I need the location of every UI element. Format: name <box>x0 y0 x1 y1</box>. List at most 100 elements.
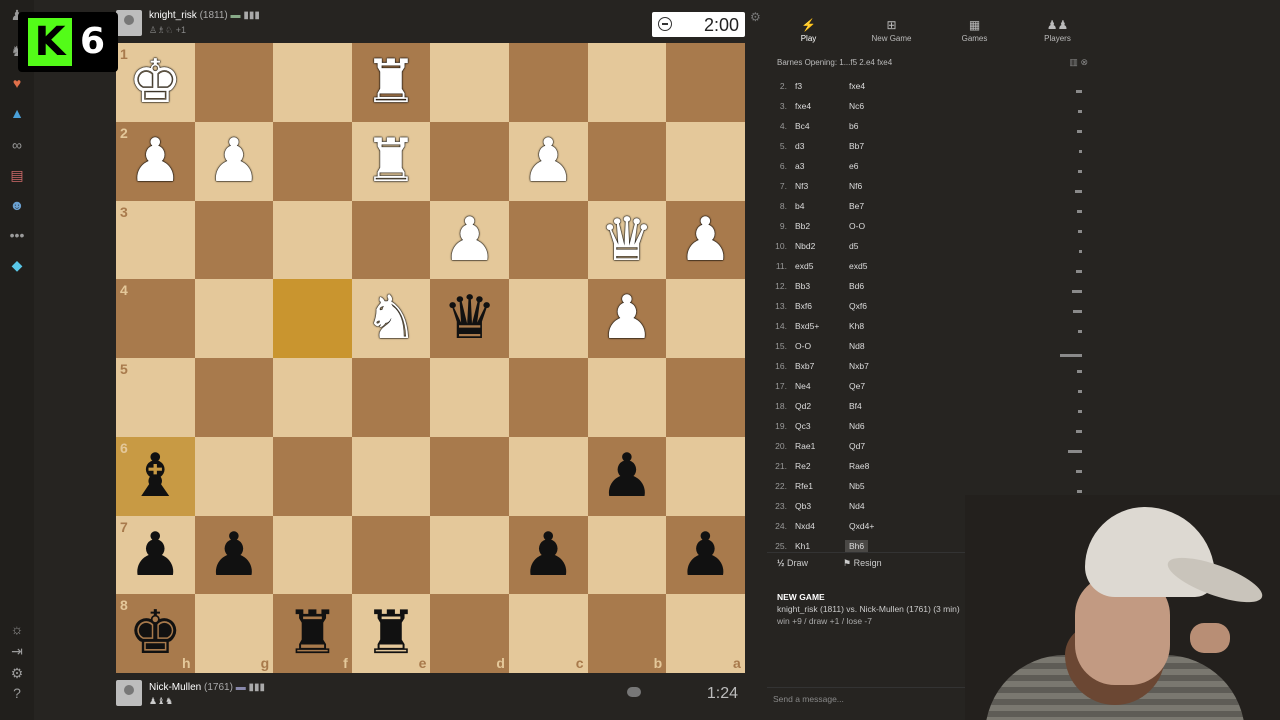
white-move[interactable]: Qb3 <box>795 500 811 512</box>
white-move[interactable]: Bc4 <box>795 120 810 132</box>
graduation-cap-icon[interactable]: ▲ <box>8 104 26 122</box>
tab-games[interactable]: ▦ Games <box>933 12 1016 50</box>
board-square[interactable]: ♛ <box>430 279 509 358</box>
black-move[interactable]: Bd6 <box>849 280 864 292</box>
board-square[interactable] <box>587 121 667 201</box>
black-move[interactable]: O-O <box>849 220 865 232</box>
black-pawn-piece[interactable]: ♟ <box>195 516 274 595</box>
black-move[interactable]: exd5 <box>849 260 867 272</box>
white-move[interactable]: Rfe1 <box>795 480 813 492</box>
white-move[interactable]: d3 <box>795 140 804 152</box>
white-move[interactable]: Rae1 <box>795 440 815 452</box>
diamond-icon[interactable]: ◆ <box>8 256 26 274</box>
board-square[interactable] <box>273 358 352 437</box>
board-square[interactable] <box>430 43 509 122</box>
black-move[interactable]: Qe7 <box>849 380 865 392</box>
board-square[interactable]: a <box>666 594 745 673</box>
board-square[interactable] <box>666 43 745 122</box>
board-square[interactable]: ♟ <box>666 515 745 595</box>
player-name[interactable]: knight_risk (1811) ▬ ▮▮▮ <box>149 10 260 21</box>
white-move[interactable]: b4 <box>795 200 804 212</box>
board-square[interactable] <box>273 279 352 358</box>
white-move[interactable]: Bb2 <box>795 220 810 232</box>
board-square[interactable]: ♟ <box>508 121 588 201</box>
board-square[interactable] <box>430 436 509 516</box>
board-square[interactable]: ♟ <box>194 121 274 201</box>
board-square[interactable]: ♟ <box>508 515 588 595</box>
board-square[interactable]: 6 ♝ <box>116 436 195 516</box>
black-move[interactable]: Nd4 <box>849 500 865 512</box>
resign-button[interactable]: ⚑ Resign <box>843 558 882 569</box>
white-pawn-piece[interactable]: ♟ <box>195 122 274 201</box>
white-queen-piece[interactable]: ♛ <box>588 201 667 280</box>
black-move[interactable]: Bf4 <box>849 400 862 412</box>
black-move[interactable]: Nf6 <box>849 180 862 192</box>
black-move[interactable]: Bb7 <box>849 140 864 152</box>
avatar[interactable] <box>116 10 142 36</box>
board-square[interactable]: ♞ <box>351 279 431 358</box>
board-settings-icon[interactable]: ⚙ <box>750 10 761 24</box>
player-username[interactable]: knight_risk <box>149 10 197 21</box>
board-square[interactable]: ♟ <box>430 200 509 280</box>
black-move[interactable]: Nb5 <box>849 480 865 492</box>
board-square[interactable]: 3 <box>116 200 195 280</box>
board-square[interactable]: 2 ♟ <box>116 121 195 201</box>
news-icon[interactable]: ▤ <box>8 166 26 184</box>
black-move[interactable]: fxe4 <box>849 80 865 92</box>
white-move[interactable]: Bb3 <box>795 280 810 292</box>
board-square[interactable] <box>194 43 274 122</box>
black-pawn-piece[interactable]: ♟ <box>116 516 195 595</box>
board-square[interactable] <box>430 515 509 595</box>
black-bishop-piece[interactable]: ♝ <box>116 437 195 516</box>
board-square[interactable] <box>430 358 509 437</box>
board-square[interactable] <box>430 121 509 201</box>
black-move[interactable]: Nd6 <box>849 420 865 432</box>
black-move[interactable]: Qd7 <box>849 440 865 452</box>
black-move[interactable]: Kh8 <box>849 320 864 332</box>
settings-icon[interactable]: ⚙ <box>8 664 26 682</box>
book-icon[interactable]: ▥ <box>1069 57 1078 67</box>
board-square[interactable]: d <box>430 594 509 673</box>
board-square[interactable] <box>351 358 431 437</box>
white-move[interactable]: Kh1 <box>795 540 810 552</box>
black-move[interactable]: Rae8 <box>849 460 869 472</box>
white-move[interactable]: Bxd5+ <box>795 320 819 332</box>
board-square[interactable] <box>273 436 352 516</box>
white-king-piece[interactable]: ♚ <box>116 43 195 122</box>
white-pawn-piece[interactable]: ♟ <box>430 201 509 280</box>
board-square[interactable]: 5 <box>116 358 195 437</box>
tab-players[interactable]: ♟♟ Players <box>1016 12 1099 50</box>
white-move[interactable]: O-O <box>795 340 811 352</box>
board-square[interactable]: ♟ <box>194 515 274 595</box>
board-square[interactable] <box>273 43 352 122</box>
board-square[interactable]: ♟ <box>587 436 667 516</box>
settings-icon[interactable]: ⊗ <box>1080 57 1088 67</box>
black-pawn-piece[interactable]: ♟ <box>666 516 745 595</box>
black-pawn-piece[interactable]: ♟ <box>509 516 588 595</box>
black-move[interactable]: d5 <box>849 240 858 252</box>
board-square[interactable]: 8 h ♚ <box>116 594 195 673</box>
black-move[interactable]: e6 <box>849 160 858 172</box>
board-square[interactable]: g <box>194 594 274 673</box>
board-square[interactable] <box>273 515 352 595</box>
tab-play[interactable]: ⚡ Play <box>767 12 850 50</box>
avatar[interactable] <box>116 680 142 706</box>
white-move[interactable]: exd5 <box>795 260 813 272</box>
help-icon[interactable]: ? <box>8 684 26 702</box>
board-square[interactable] <box>273 200 352 280</box>
black-move[interactable]: Nxb7 <box>849 360 869 372</box>
board-square[interactable] <box>351 515 431 595</box>
board-square[interactable] <box>666 436 745 516</box>
player-username[interactable]: Nick-Mullen <box>149 682 201 693</box>
board-square[interactable] <box>194 358 274 437</box>
white-rook-piece[interactable]: ♜ <box>352 43 431 122</box>
board-square[interactable] <box>508 200 588 280</box>
white-move[interactable]: Nxd4 <box>795 520 815 532</box>
chat-icon[interactable] <box>627 687 641 697</box>
black-move[interactable]: Nd8 <box>849 340 865 352</box>
board-square[interactable] <box>666 358 745 437</box>
board-square[interactable]: ♛ <box>587 200 667 280</box>
board-square[interactable] <box>587 358 667 437</box>
board-square[interactable]: ♜ <box>351 121 431 201</box>
white-rook-piece[interactable]: ♜ <box>352 122 431 201</box>
